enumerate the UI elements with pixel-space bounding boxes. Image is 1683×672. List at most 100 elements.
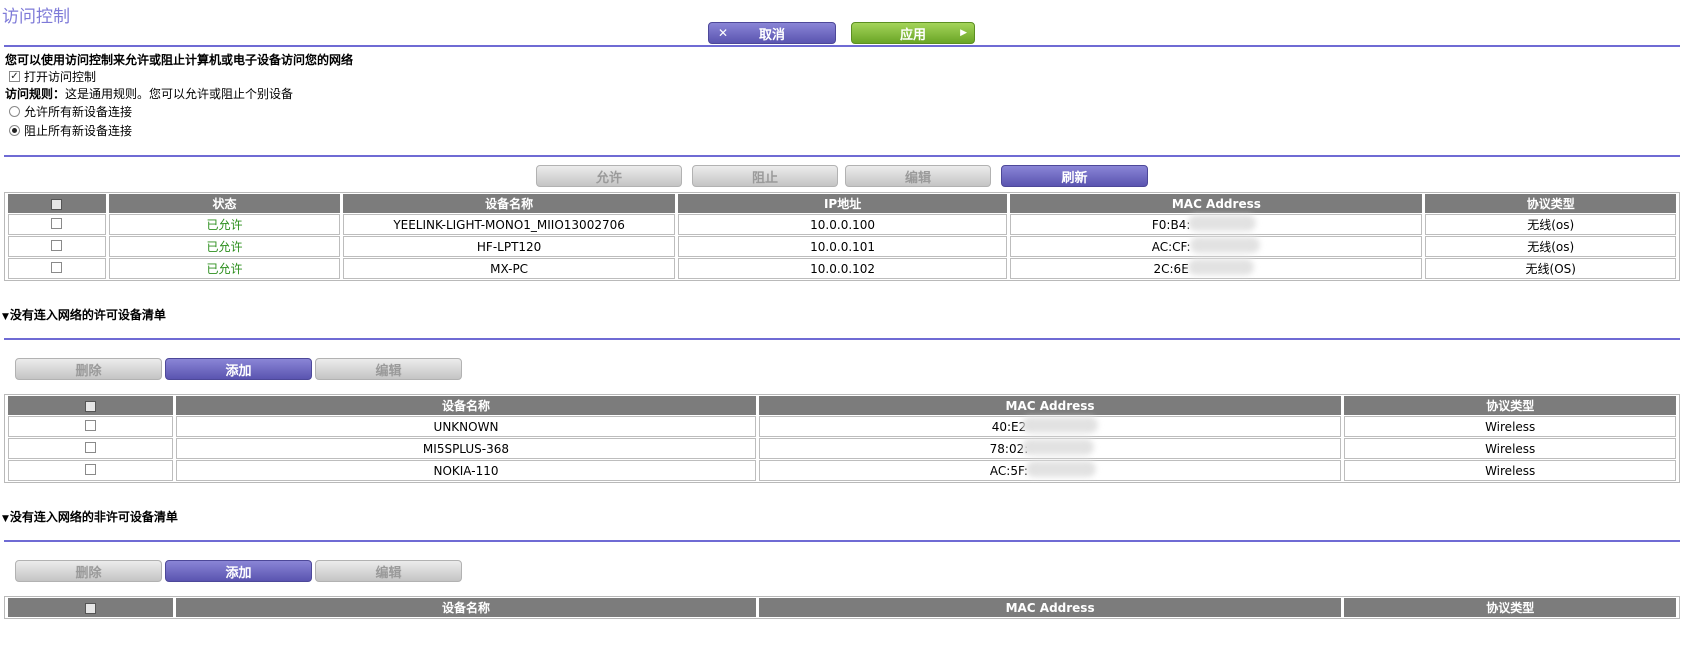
blocked-devices-table: 设备名称 MAC Address 协议类型 [4,596,1680,619]
intro-description: 您可以使用访问控制来允许或阻止计算机或电子设备访问您的网络 [5,53,354,67]
row-checkbox[interactable] [51,261,63,273]
row-checkbox[interactable] [85,419,97,431]
allowed-edit-button[interactable]: 编辑 [315,358,462,380]
column-header: 设备名称 [343,194,675,213]
block-all-label: 阻止所有新设备连接 [24,124,133,138]
connected-devices-table: 状态 设备名称 IP地址 MAC Address 协议类型 已允许 YEELIN… [4,192,1680,281]
select-all-checkbox[interactable] [85,602,97,614]
blocked-edit-button[interactable]: 编辑 [315,560,462,582]
table-header-row: 设备名称 MAC Address 协议类型 [8,598,1676,617]
column-header: MAC Address [758,598,1342,617]
apply-button-label: 应用 [899,27,926,43]
status-cell: 已允许 [108,214,341,235]
table-row: 已允许 HF-LPT120 10.0.0.101 AC:CF:XXXXXXXXX… [8,236,1676,257]
play-arrow-icon: ▶ [960,28,967,38]
cancel-button[interactable]: ✕ 取消 [708,22,836,44]
column-header: 状态 [108,194,341,213]
column-header: MAC Address [758,396,1342,415]
ip-cell: 10.0.0.101 [677,236,1008,257]
mac-cell: 40:E2XXXXXXXXXX [758,416,1342,437]
row-checkbox[interactable] [51,217,63,229]
redaction-blur [1187,258,1254,275]
allow-button[interactable]: 允许 [536,165,682,187]
mac-cell: 2C:6EXXXXXXXXXXX [1010,258,1423,279]
table-header-row: 设备名称 MAC Address 协议类型 [8,396,1676,415]
triangle-down-icon: ▼ [2,312,9,322]
select-all-header[interactable] [8,396,174,415]
protocol-cell: Wireless [1344,416,1676,437]
device-name-cell: HF-LPT120 [343,236,675,257]
mac-text: AC:5F: [989,463,1028,478]
table-row: 已允许 MX-PC 10.0.0.102 2C:6EXXXXXXXXXXX 无线… [8,258,1676,279]
enable-access-control-label: 打开访问控制 [24,70,97,84]
allow-all-option[interactable]: 允许所有新设备连接 [9,103,132,120]
select-all-checkbox[interactable] [85,400,97,412]
table-row: 已允许 YEELINK-LIGHT-MONO1_MIIO13002706 10.… [8,214,1676,235]
access-rule-label: 访问规则： [5,87,66,101]
allow-all-radio[interactable] [9,106,20,117]
mac-cell: F0:B4:XXXXXXXXXXX [1010,214,1423,235]
blocked-devices-section-toggle[interactable]: ▼没有连入网络的非许可设备清单 [2,508,178,525]
row-checkbox[interactable] [51,239,63,251]
device-name-cell: NOKIA-110 [176,460,756,481]
column-header: 协议类型 [1344,598,1676,617]
protocol-cell: 无线(OS) [1425,258,1676,279]
column-header: MAC Address [1010,194,1423,213]
cancel-button-label: 取消 [758,27,785,43]
allowed-section-title: 没有连入网络的许可设备清单 [9,308,166,322]
table-row: UNKNOWN 40:E2XXXXXXXXXX Wireless [8,416,1676,437]
triangle-down-icon: ▼ [2,514,9,524]
apply-button[interactable]: 应用 ▶ [851,22,975,44]
allowed-devices-section-toggle[interactable]: ▼没有连入网络的许可设备清单 [2,306,166,323]
edit-button[interactable]: 编辑 [845,165,991,187]
block-all-radio[interactable] [9,125,20,136]
refresh-button[interactable]: 刷新 [1001,165,1148,187]
allowed-delete-button[interactable]: 删除 [15,358,162,380]
mac-text: AC:CF: [1151,239,1191,254]
table-row: MI5SPLUS-368 78:02:XXXXXXXXXX Wireless [8,438,1676,459]
blocked-add-button[interactable]: 添加 [165,560,312,582]
access-rule-text: 这是通用规则。您可以允许或阻止个别设备 [65,87,294,101]
close-icon: ✕ [718,26,729,40]
select-all-checkbox[interactable] [51,198,63,210]
header-divider [4,45,1680,47]
allowed-add-button[interactable]: 添加 [165,358,312,380]
column-header: IP地址 [677,194,1008,213]
status-cell: 已允许 [108,236,341,257]
table-row: NOKIA-110 AC:5F:XXXXXXXXXX Wireless [8,460,1676,481]
select-all-header[interactable] [8,194,106,213]
enable-access-control-checkbox[interactable]: ✓ [9,71,20,82]
device-name-cell: MX-PC [343,258,675,279]
block-all-option[interactable]: 阻止所有新设备连接 [9,122,132,139]
blocked-delete-button[interactable]: 删除 [15,560,162,582]
device-name-cell: MI5SPLUS-368 [176,438,756,459]
redaction-blur [1187,214,1256,231]
column-header: 协议类型 [1344,396,1676,415]
allow-all-label: 允许所有新设备连接 [24,105,133,119]
row-checkbox[interactable] [85,463,97,475]
allowed-section-divider [4,338,1680,340]
intro-divider [4,155,1680,157]
enable-access-control[interactable]: ✓ 打开访问控制 [9,68,96,85]
status-cell: 已允许 [108,258,341,279]
access-rule-line: 访问规则：这是通用规则。您可以允许或阻止个别设备 [5,85,293,102]
protocol-cell: Wireless [1344,438,1676,459]
block-button[interactable]: 阻止 [692,165,838,187]
row-checkbox[interactable] [85,441,97,453]
blocked-section-title: 没有连入网络的非许可设备清单 [9,510,178,524]
mac-cell: AC:CF:XXXXXXXXXXX [1010,236,1423,257]
column-header: 设备名称 [176,396,756,415]
device-name-cell: YEELINK-LIGHT-MONO1_MIIO13002706 [343,214,675,235]
mac-cell: 78:02:XXXXXXXXXX [758,438,1342,459]
mac-text: 40:E2 [991,419,1027,434]
allowed-devices-table: 设备名称 MAC Address 协议类型 UNKNOWN 40:E2XXXXX… [4,394,1680,483]
device-name-cell: UNKNOWN [176,416,756,437]
column-header: 协议类型 [1425,194,1676,213]
ip-cell: 10.0.0.100 [677,214,1008,235]
redaction-blur [1025,460,1096,477]
select-all-header[interactable] [8,598,174,617]
table-header-row: 状态 设备名称 IP地址 MAC Address 协议类型 [8,194,1676,213]
redaction-blur [1021,416,1098,433]
mac-text: F0:B4: [1151,217,1191,232]
page-title: 访问控制 [2,7,70,27]
